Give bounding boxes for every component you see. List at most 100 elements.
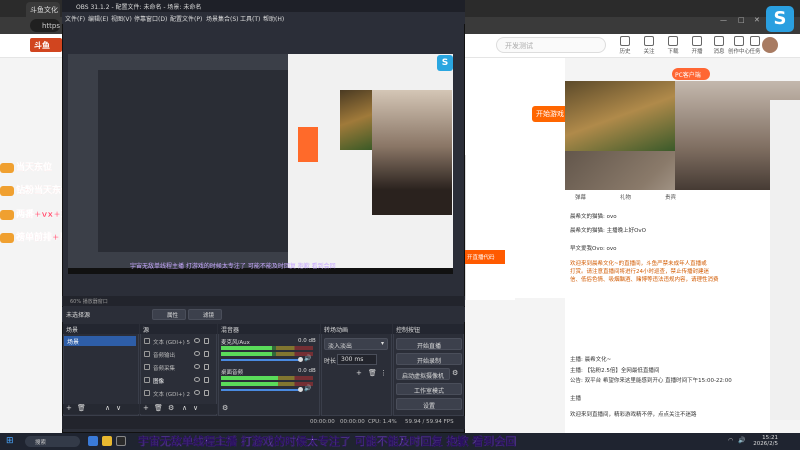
start-recording-button[interactable]: 开始录制 [396, 353, 462, 365]
volume-slider[interactable] [221, 389, 301, 391]
mic-icon [144, 364, 150, 370]
lock-icon[interactable] [204, 364, 209, 370]
duration-input[interactable]: 300 ms [337, 354, 377, 365]
settings-button[interactable]: 设置 [396, 398, 462, 410]
mixer-settings-icon[interactable]: ⚙ [222, 404, 228, 412]
address-bar[interactable]: https [30, 19, 60, 32]
site-search-input[interactable]: 开发测试 [496, 37, 606, 53]
studio-mode-button[interactable]: 工作室模式 [396, 383, 462, 395]
add-scene-icon[interactable]: + [66, 404, 72, 412]
dialog-action-button[interactable]: 开直播代码 [465, 250, 505, 264]
source-item[interactable]: 图像 [142, 375, 216, 386]
nav-history[interactable]: 历史 [614, 36, 636, 55]
lock-icon[interactable] [204, 377, 209, 383]
subtitle-caption: 宇宙无敌单线程主播 打游戏的时候太专注了 可能不能及时回复 抱歉 看到会回 [138, 435, 517, 448]
virtual-camera-button[interactable]: 启动虚拟摄像机 [396, 368, 450, 380]
volume-slider-knob[interactable] [298, 357, 303, 362]
add-source-icon[interactable]: + [143, 404, 149, 412]
pc-client-button[interactable]: PC客户端 [672, 68, 710, 80]
preview-game [340, 90, 372, 150]
taskview-icon[interactable] [88, 436, 98, 446]
download-icon [668, 36, 678, 46]
maximize-icon[interactable]: □ [738, 16, 745, 24]
lock-icon[interactable] [204, 351, 209, 357]
start-streaming-button[interactable]: 开始直播 [396, 338, 462, 350]
source-item[interactable]: 音频输出 [142, 349, 216, 360]
close-icon[interactable]: ✕ [754, 16, 760, 24]
chat-tab-gifts[interactable]: 礼物 [620, 193, 631, 201]
speaker-icon[interactable]: 🔊 [304, 355, 311, 362]
gear-icon[interactable]: ⚙ [452, 369, 458, 377]
file-explorer-icon[interactable] [102, 436, 112, 446]
preview-status: 60% 播放器窗口 [62, 296, 465, 306]
eye-icon[interactable] [194, 364, 200, 369]
mixer-channel-db: 0.0 dB [298, 368, 316, 374]
app-logo-icon: S [766, 6, 794, 32]
menu-docks[interactable]: 停靠窗口(D) [134, 14, 167, 23]
chat-tab-danmaku[interactable]: 弹幕 [575, 193, 586, 201]
game-thumbnail [565, 81, 675, 151]
eye-icon[interactable] [194, 390, 200, 395]
move-up-icon[interactable]: ∧ [182, 404, 187, 412]
remove-scene-icon[interactable]: 🗑 [77, 404, 86, 412]
nav-messages[interactable]: 消息 [708, 36, 730, 55]
move-down-icon[interactable]: ∨ [116, 404, 121, 412]
site-logo[interactable]: 斗鱼 [30, 38, 62, 52]
danmaku-line: 当天东位 [0, 160, 52, 173]
gear-icon[interactable]: ⚙ [168, 404, 174, 412]
menu-file[interactable]: 文件(F) [65, 14, 85, 23]
menu-help[interactable]: 帮助(H) [263, 14, 284, 23]
scene-item[interactable]: 场景 [64, 336, 136, 346]
rec-time: 00:00:00 [340, 419, 365, 425]
transitions-dock-title: 转场动画 [321, 324, 392, 334]
menu-profile[interactable]: 配置文件(P) [170, 14, 202, 23]
browser-tab[interactable]: 斗鱼文化 [26, 2, 60, 17]
source-item[interactable]: 文本 (GDI+) 5 [142, 336, 216, 347]
mixer-channel-name: 麦克风/Aux [221, 340, 250, 346]
chevron-down-icon: ▾ [380, 340, 384, 347]
lock-icon[interactable] [204, 338, 209, 344]
chat-tab-vip[interactable]: 贵宾 [665, 193, 676, 201]
eye-icon[interactable] [194, 377, 200, 382]
add-transition-icon[interactable]: + [356, 369, 362, 377]
menu-scene-collection[interactable]: 场景集合(S) [206, 14, 239, 23]
preview-logo-icon: S [437, 55, 453, 71]
windows-start-icon[interactable]: ⊞ [6, 436, 16, 446]
volume-slider[interactable] [221, 359, 301, 361]
speaker-icon[interactable]: 🔊 [304, 385, 311, 392]
system-clock[interactable]: 15:21 2026/2/5 [748, 435, 778, 447]
filters-button[interactable]: 滤镜 [188, 309, 222, 320]
volume-slider-knob[interactable] [298, 387, 303, 392]
text-icon [144, 338, 150, 344]
taskbar-search[interactable]: 搜索 [25, 436, 80, 447]
preview-orange-panel [298, 127, 318, 162]
eye-icon[interactable] [194, 338, 200, 343]
sources-toolbar [140, 404, 217, 414]
obs-app-icon[interactable] [116, 436, 126, 446]
minimize-icon[interactable]: — [720, 16, 727, 24]
wifi-icon[interactable]: ◠ [728, 437, 733, 444]
source-item[interactable]: 音频采集 [142, 362, 216, 373]
lock-icon[interactable] [204, 390, 209, 396]
chat-message: 欢迎来到晨希文化~的直播间，斗鱼严禁未成年人直播或 [570, 261, 707, 267]
menu-dots-icon[interactable]: ⋮ [380, 369, 387, 377]
remove-source-icon[interactable]: 🗑 [154, 404, 163, 412]
properties-button[interactable]: 属性 [152, 309, 186, 320]
nav-broadcast[interactable]: 开播 [686, 36, 708, 55]
volume-icon[interactable]: 🔊 [738, 437, 745, 444]
nav-follow[interactable]: 关注 [638, 36, 660, 55]
nav-download[interactable]: 下载 [662, 36, 684, 55]
move-down-icon[interactable]: ∨ [193, 404, 198, 412]
transition-select[interactable]: 淡入淡出 ▾ [324, 338, 388, 350]
menu-tools[interactable]: 工具(T) [240, 14, 260, 23]
eye-icon[interactable] [194, 351, 200, 356]
source-item[interactable]: 文本 (GDI+) 2 [142, 388, 216, 399]
user-avatar[interactable] [762, 37, 778, 53]
menu-edit[interactable]: 编辑(E) [88, 14, 108, 23]
chat-message: 主播: 晨希文化~ [570, 357, 612, 363]
badge-icon [0, 185, 14, 196]
menu-view[interactable]: 视图(V) [111, 14, 132, 23]
remove-transition-icon[interactable]: 🗑 [368, 369, 377, 377]
chat-message: 欢迎来到直播间，精彩游戏精不停，点点关注不迷路 [570, 412, 697, 418]
move-up-icon[interactable]: ∧ [105, 404, 110, 412]
